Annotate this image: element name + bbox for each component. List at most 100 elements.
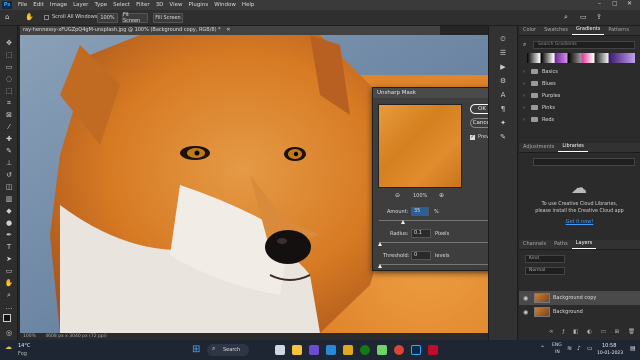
hand-tool-icon[interactable]: ✋	[25, 13, 34, 21]
get-it-now-link[interactable]: Get it now!	[519, 219, 640, 225]
xbox-icon[interactable]	[360, 345, 370, 355]
new-group-icon[interactable]: ▭	[601, 329, 606, 337]
minimize-icon[interactable]: –	[598, 0, 601, 7]
workspace-icon[interactable]: ▭	[580, 13, 587, 21]
file-explorer-icon[interactable]	[292, 345, 302, 355]
scroll-all-windows-checkbox[interactable]	[44, 15, 49, 20]
photoshop-taskbar-icon[interactable]	[411, 345, 421, 355]
fx-icon[interactable]: ƒ	[562, 329, 564, 337]
zoom-out-icon[interactable]: ⊖	[395, 192, 400, 199]
task-view-icon[interactable]	[275, 345, 285, 355]
windows-start-icon[interactable]: ⊞	[192, 344, 200, 355]
glyphs-icon[interactable]: ✦	[497, 118, 509, 128]
delete-layer-icon[interactable]: 🗑	[628, 329, 635, 337]
move-tool-icon[interactable]: ✥	[4, 38, 14, 48]
gradient-group-purples[interactable]: › Purples	[519, 91, 640, 102]
visibility-eye-icon[interactable]: ◉	[523, 295, 531, 302]
character-icon[interactable]: A	[497, 90, 509, 100]
document-tab[interactable]: ray-hennessy-xFUGZpQ4gM-unsplash.jpg @ 1…	[20, 26, 440, 35]
share-icon[interactable]: ⇪	[596, 13, 602, 21]
layer-row-background-copy[interactable]: ◉ Background copy	[519, 291, 640, 305]
amount-input[interactable]: 35	[411, 207, 429, 216]
menu-type[interactable]: Type	[91, 2, 110, 8]
libraries-search-input[interactable]	[533, 158, 635, 166]
gradient-search-input[interactable]: Search Gradients	[533, 41, 635, 49]
close-tab-icon[interactable]: ✕	[226, 27, 230, 33]
zoom-value-button[interactable]: 100%	[97, 13, 118, 23]
tab-color[interactable]: Color	[519, 27, 540, 35]
gradient-group-pinks[interactable]: › Pinks	[519, 103, 640, 114]
tab-paths[interactable]: Paths	[550, 241, 572, 249]
menu-file[interactable]: File	[15, 2, 30, 8]
eyedropper-tool-icon[interactable]: ⁄	[4, 122, 14, 132]
zoom-status[interactable]: 100%	[23, 334, 36, 339]
tab-channels[interactable]: Channels	[519, 241, 550, 249]
clock-time[interactable]: 10:58	[602, 343, 616, 349]
amount-slider-knob[interactable]	[401, 220, 405, 224]
artboard-tool-icon[interactable]: ⬚	[4, 50, 14, 60]
clone-stamp-tool-icon[interactable]: ⊥	[4, 158, 14, 168]
gradient-group-basics[interactable]: › Basics	[519, 67, 640, 78]
adjustment-layer-icon[interactable]: ◐	[587, 329, 592, 337]
app-red-icon[interactable]	[428, 345, 438, 355]
path-select-tool-icon[interactable]: ➤	[4, 254, 14, 264]
zoom-tool-icon[interactable]: ⌕	[4, 290, 14, 300]
clock-date[interactable]: 10-01-2023	[597, 351, 623, 356]
tab-libraries[interactable]: Libraries	[558, 143, 588, 152]
link-layers-icon[interactable]: ∞	[549, 329, 554, 337]
menu-layer[interactable]: Layer	[70, 2, 91, 8]
dodge-tool-icon[interactable]: ●	[4, 218, 14, 228]
brush-tool-icon[interactable]: ✎	[4, 146, 14, 156]
healing-brush-tool-icon[interactable]: ✚	[4, 134, 14, 144]
preview-checkbox[interactable]: ✓	[470, 135, 475, 140]
more-tools-icon[interactable]: …	[4, 302, 14, 312]
fill-screen-button[interactable]: Fill Screen	[153, 13, 183, 23]
zoom-in-icon[interactable]: ⊕	[439, 192, 444, 199]
blend-mode-select[interactable]: Normal	[525, 267, 565, 275]
weather-temp[interactable]: 14°C	[18, 343, 30, 349]
gradient-group-blues[interactable]: › Blues	[519, 79, 640, 90]
eraser-tool-icon[interactable]: ◫	[4, 182, 14, 192]
layer-row-background[interactable]: ◉ Background	[519, 305, 640, 319]
maximize-icon[interactable]: ▢	[612, 0, 618, 7]
hand-tool-icon[interactable]: ✋	[4, 278, 14, 288]
weather-icon[interactable]: ☁	[5, 343, 12, 351]
gradient-tool-icon[interactable]: ▥	[4, 194, 14, 204]
close-icon[interactable]: ✕	[627, 0, 632, 7]
tab-swatches[interactable]: Swatches	[540, 27, 572, 35]
marquee-tool-icon[interactable]: ▭	[4, 62, 14, 72]
volume-icon[interactable]: ♪	[577, 345, 581, 352]
menu-filter[interactable]: Filter	[133, 2, 153, 8]
radius-input[interactable]: 0.1	[411, 229, 431, 238]
battery-icon[interactable]: ▭	[587, 345, 593, 352]
brush-settings-icon[interactable]: ✎	[497, 132, 509, 142]
recent-gradients-swatches[interactable]	[527, 53, 635, 63]
gradient-group-reds[interactable]: › Reds	[519, 115, 640, 126]
threshold-slider-knob[interactable]	[378, 264, 382, 268]
rectangle-tool-icon[interactable]: ▭	[4, 266, 14, 276]
amount-slider-track[interactable]	[379, 220, 501, 221]
adjust-icon[interactable]: ⚙	[497, 76, 509, 86]
object-select-tool-icon[interactable]: ⬚	[4, 86, 14, 96]
weather-desc[interactable]: Fog	[18, 351, 27, 357]
paragraph-icon[interactable]: ¶	[497, 104, 509, 114]
radius-slider-track[interactable]	[379, 242, 501, 243]
add-mask-icon[interactable]: ◧	[573, 329, 578, 337]
menu-edit[interactable]: Edit	[30, 2, 47, 8]
menu-select[interactable]: Select	[110, 2, 133, 8]
lasso-tool-icon[interactable]: ◌	[4, 74, 14, 84]
history-brush-tool-icon[interactable]: ↺	[4, 170, 14, 180]
actions-icon[interactable]: ▶	[497, 62, 509, 72]
history-icon[interactable]: ⏲	[497, 34, 509, 44]
tab-layers[interactable]: Layers	[571, 240, 597, 249]
wifi-icon[interactable]: ≋	[567, 345, 572, 352]
language-indicator[interactable]: ENG	[552, 343, 562, 348]
threshold-input[interactable]: 0	[411, 251, 431, 260]
region-indicator[interactable]: IN	[555, 350, 560, 355]
app-icon[interactable]	[377, 345, 387, 355]
chrome-icon[interactable]	[394, 345, 404, 355]
foreground-color-swatch[interactable]	[3, 314, 11, 322]
menu-view[interactable]: View	[166, 2, 185, 8]
edge-icon[interactable]	[326, 345, 336, 355]
notification-icon[interactable]: ▤	[630, 345, 636, 352]
